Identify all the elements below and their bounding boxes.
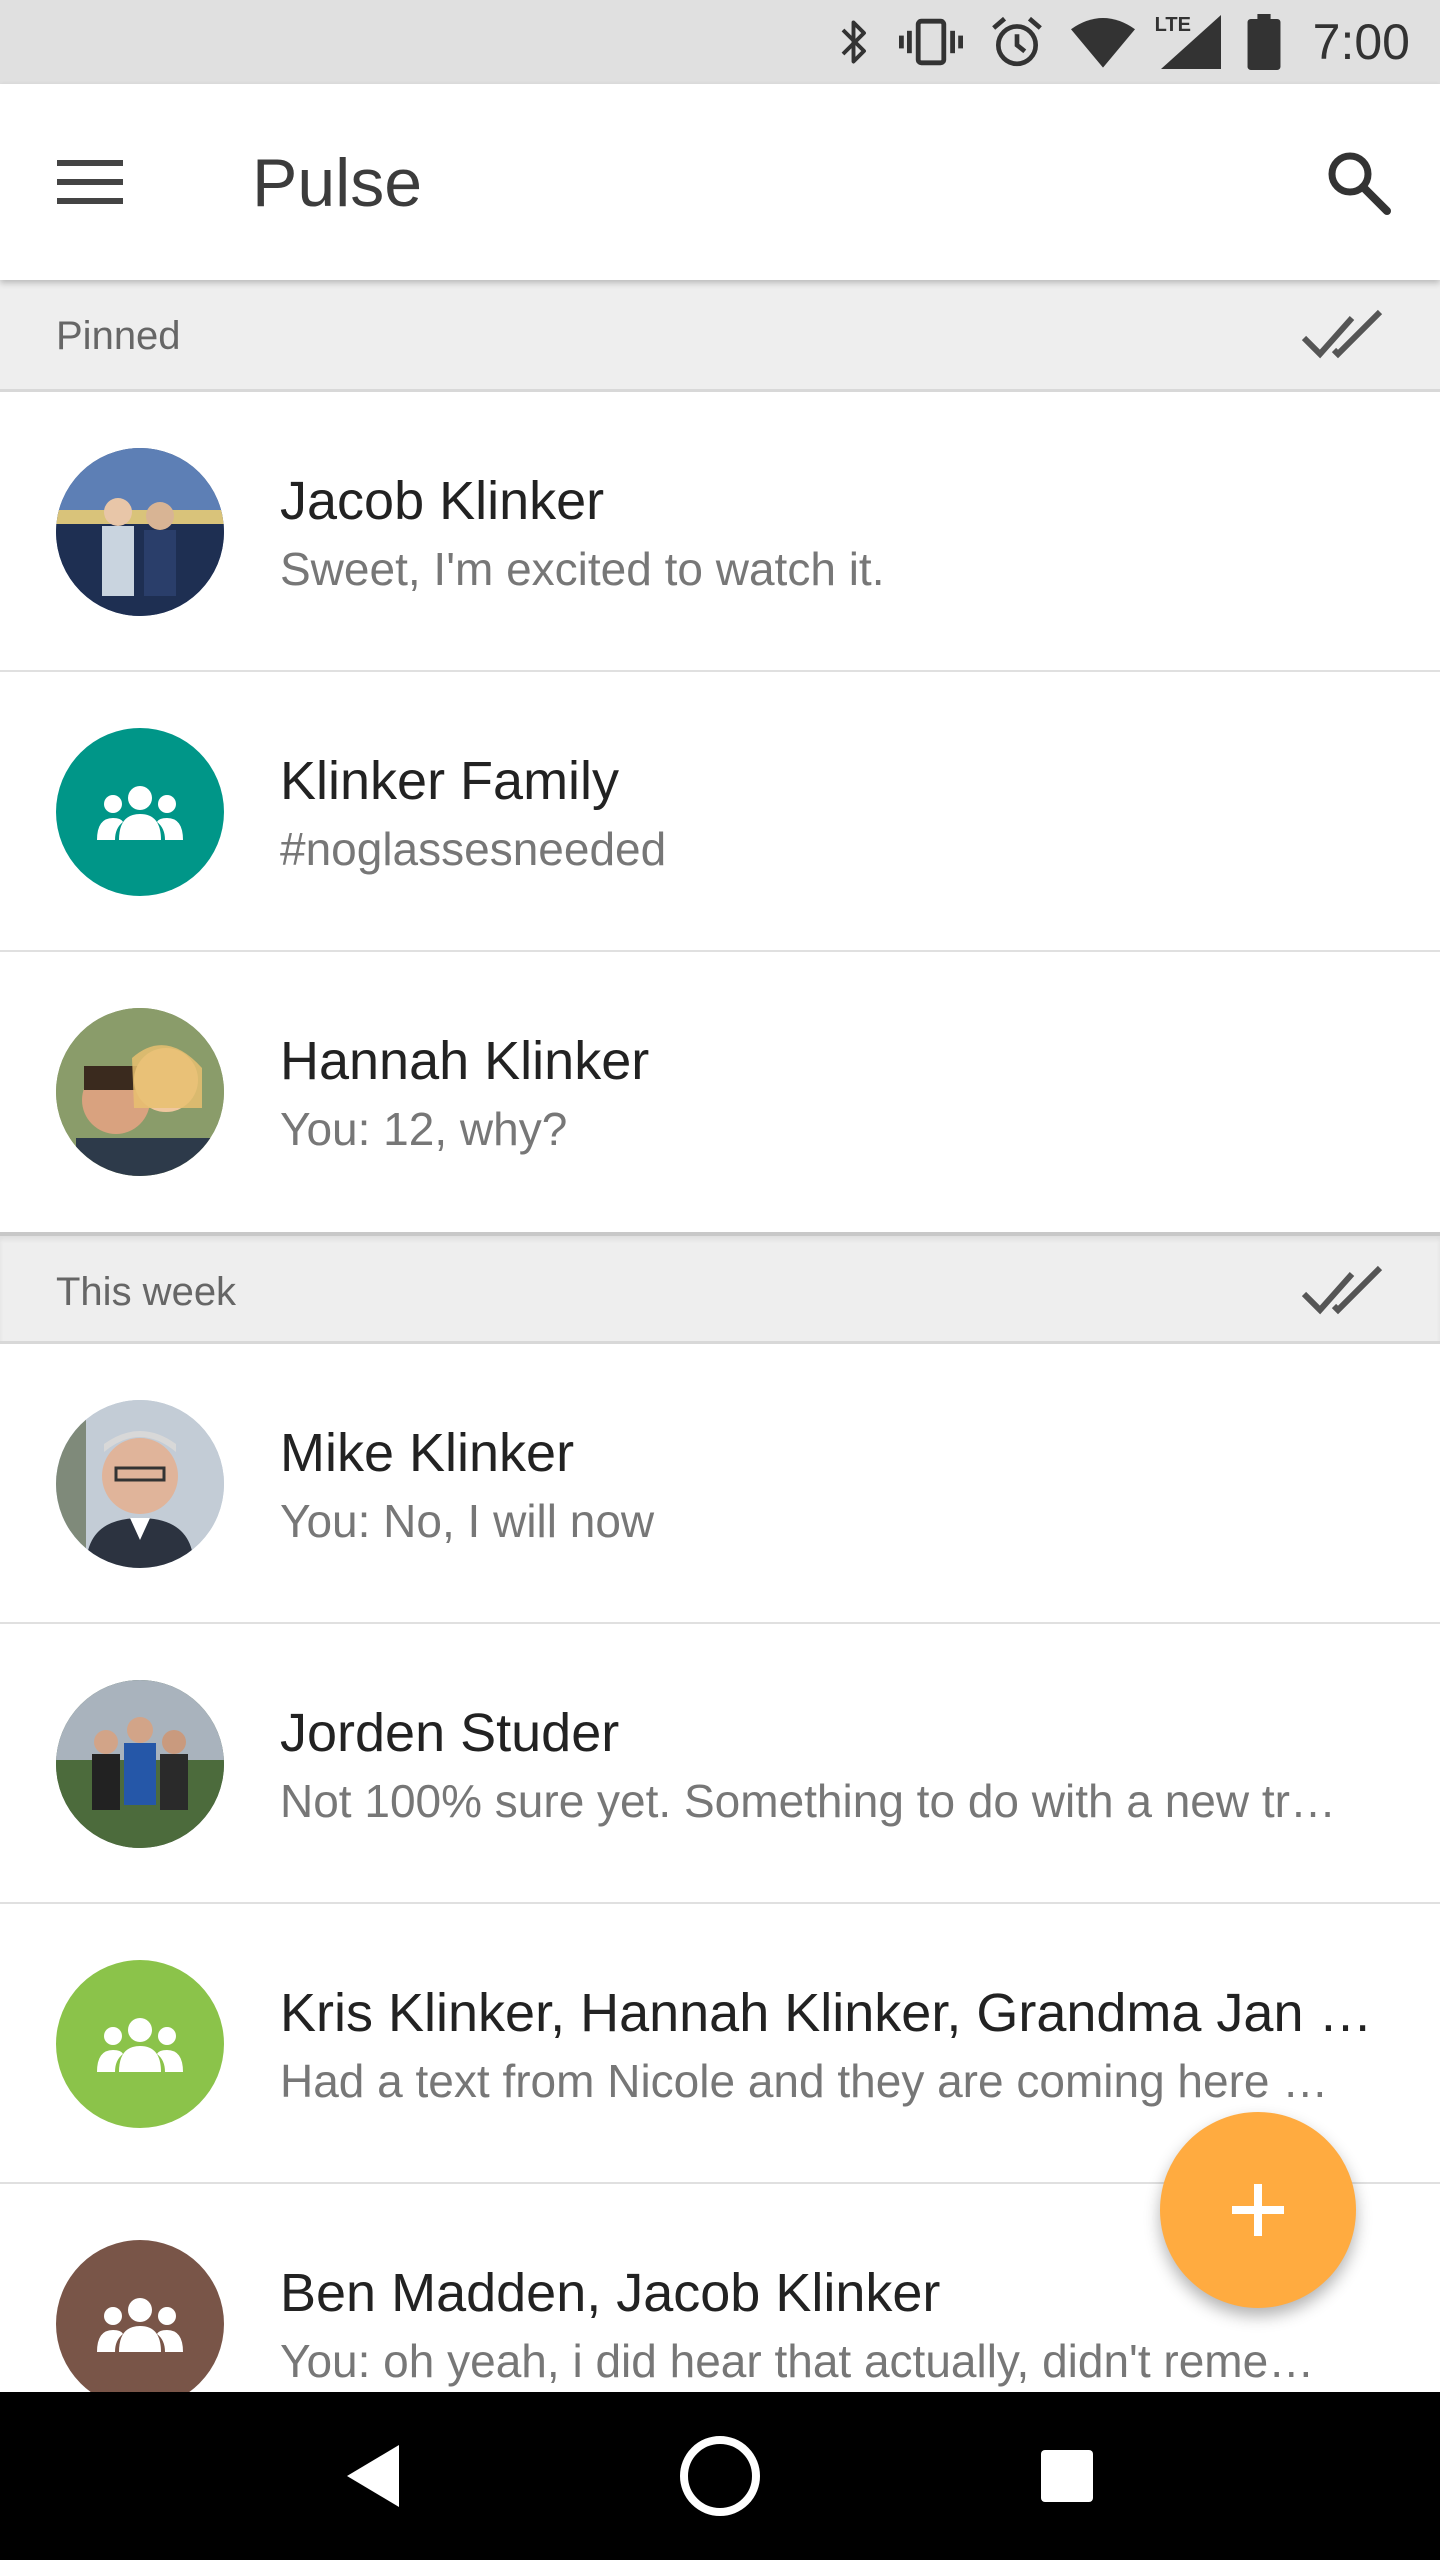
vibrate-icon xyxy=(898,14,963,70)
conversation-name: Kris Klinker, Hannah Klinker, Grandma Ja… xyxy=(280,1983,1373,2043)
conversation-preview: #noglassesneeded xyxy=(280,823,667,875)
avatar xyxy=(56,1960,224,2128)
group-icon xyxy=(97,2298,183,2352)
conversation-item[interactable]: Jorden Studer Not 100% sure yet. Somethi… xyxy=(0,1624,1440,1904)
section-label: This week xyxy=(56,1270,237,1314)
conversation-name: Jorden Studer xyxy=(280,1703,620,1763)
section-header-pinned: Pinned xyxy=(0,280,1440,392)
conversation-preview: Had a text from Nicole and they are comi… xyxy=(280,2055,1329,2107)
recents-icon[interactable] xyxy=(1007,2416,1127,2536)
search-icon[interactable] xyxy=(1316,140,1400,224)
battery-icon xyxy=(1247,14,1281,70)
conversation-name: Mike Klinker xyxy=(280,1423,575,1483)
conversation-item[interactable]: Klinker Family #noglassesneeded xyxy=(0,672,1440,952)
section-label: Pinned xyxy=(56,314,181,358)
alarm-icon xyxy=(989,14,1045,70)
conversation-preview: You: oh yeah, i did hear that actually, … xyxy=(280,2335,1315,2387)
mark-all-read-icon[interactable] xyxy=(1300,306,1390,366)
conversation-preview: You: 12, why? xyxy=(280,1103,568,1155)
avatar xyxy=(56,1008,224,1176)
conversation-preview: Not 100% sure yet. Something to do with … xyxy=(280,1775,1336,1827)
new-conversation-button[interactable] xyxy=(1160,2112,1356,2308)
conversation-name: Hannah Klinker xyxy=(280,1031,650,1091)
avatar xyxy=(56,1400,224,1568)
bluetooth-icon xyxy=(837,14,873,70)
section-header-this-week: This week xyxy=(0,1232,1440,1344)
mark-all-read-icon[interactable] xyxy=(1300,1262,1390,1322)
conversation-name: Jacob Klinker xyxy=(280,471,605,531)
conversation-list: Pinned Jacob Klinker Sweet, I'm excited … xyxy=(0,280,1440,2392)
navigation-bar xyxy=(0,2392,1440,2560)
app-bar: Pulse xyxy=(0,84,1440,280)
home-icon[interactable] xyxy=(660,2416,780,2536)
avatar xyxy=(56,2240,224,2392)
conversation-preview: You: No, I will now xyxy=(280,1495,655,1547)
lte-label: LTE xyxy=(1154,14,1191,36)
status-bar: LTE 7:00 xyxy=(0,0,1440,84)
avatar xyxy=(56,1680,224,1848)
conversation-preview: Sweet, I'm excited to watch it. xyxy=(280,543,885,595)
conversation-item[interactable]: Hannah Klinker You: 12, why? xyxy=(0,952,1440,1232)
app-title: Pulse xyxy=(252,145,423,221)
back-icon[interactable] xyxy=(313,2416,433,2536)
lte-signal-icon: LTE xyxy=(1155,14,1221,70)
status-time: 7:00 xyxy=(1312,14,1410,70)
group-icon xyxy=(97,786,183,840)
group-icon xyxy=(97,2018,183,2072)
wifi-icon xyxy=(1070,14,1135,70)
avatar xyxy=(56,728,224,896)
conversation-item[interactable]: Jacob Klinker Sweet, I'm excited to watc… xyxy=(0,392,1440,672)
avatar xyxy=(56,448,224,616)
hamburger-menu-icon[interactable] xyxy=(50,146,130,218)
conversation-name: Klinker Family xyxy=(280,751,620,811)
conversation-item[interactable]: Mike Klinker You: No, I will now xyxy=(0,1344,1440,1624)
plus-icon xyxy=(1232,2184,1284,2236)
